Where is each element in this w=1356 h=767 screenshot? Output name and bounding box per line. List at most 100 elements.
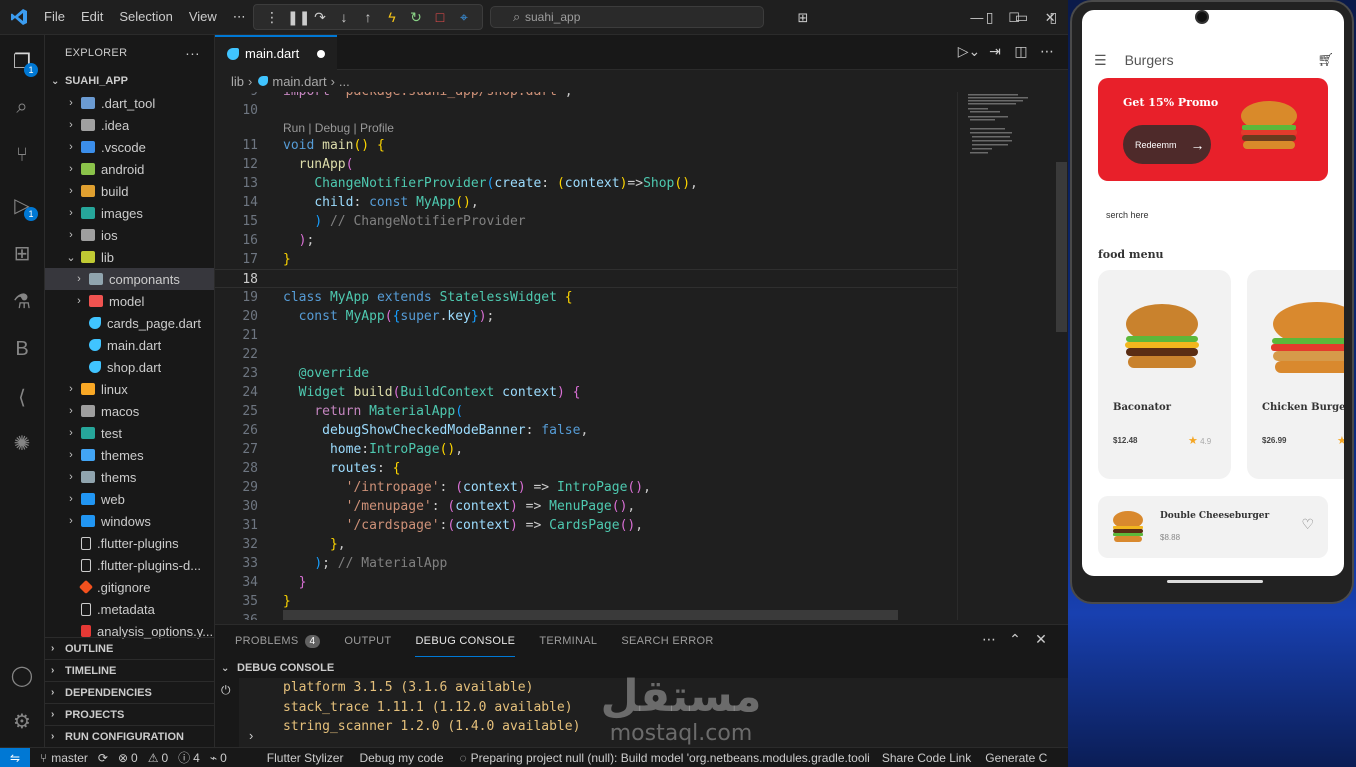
- close-window-icon[interactable]: ✕: [1045, 10, 1056, 26]
- pause-icon[interactable]: ❚❚: [287, 9, 310, 26]
- more-actions-icon[interactable]: ···: [185, 45, 200, 61]
- status-generate[interactable]: Generate C: [985, 751, 1047, 765]
- redeem-button[interactable]: Redeemm →: [1123, 125, 1211, 164]
- customize-layout-icon[interactable]: ⊞: [790, 10, 816, 26]
- command-center-search[interactable]: ⌕ suahi_app: [490, 6, 764, 28]
- gesture-navigation-bar[interactable]: [1167, 580, 1263, 583]
- tree-item[interactable]: › componants: [45, 268, 214, 290]
- tree-item[interactable]: › .idea: [45, 114, 214, 136]
- maximize-panel-icon[interactable]: ⌃: [1002, 631, 1028, 648]
- menu-view[interactable]: View: [181, 9, 225, 25]
- account-icon[interactable]: ◯: [8, 661, 36, 689]
- status-debug-my-code[interactable]: Debug my code: [359, 751, 443, 765]
- tree-item[interactable]: › windows: [45, 510, 214, 532]
- tree-item[interactable]: › ios: [45, 224, 214, 246]
- inspect-widget-icon[interactable]: ⌖: [455, 9, 473, 26]
- status-infos[interactable]: 4: [193, 751, 200, 765]
- tab-output[interactable]: OUTPUT: [344, 625, 391, 657]
- step-into-icon[interactable]: ↓: [335, 9, 353, 25]
- console-prompt-icon[interactable]: ›: [249, 728, 253, 743]
- breadcrumb-main-dart[interactable]: main.dart: [272, 74, 326, 89]
- cart-list-item[interactable]: Double Cheeseburger $8.88 ♡: [1098, 496, 1328, 558]
- step-over-icon[interactable]: ↷: [311, 9, 329, 26]
- restart-icon[interactable]: ↻: [407, 9, 425, 26]
- section-run-configuration[interactable]: › RUN CONFIGURATION: [45, 725, 214, 747]
- menu-file[interactable]: File: [36, 9, 73, 25]
- close-panel-icon[interactable]: ✕: [1028, 631, 1054, 648]
- menu-edit[interactable]: Edit: [73, 9, 111, 25]
- tree-item[interactable]: › .dart_tool: [45, 92, 214, 114]
- settings-gear-icon[interactable]: ⚙: [8, 707, 36, 735]
- source-control-icon[interactable]: ⑂: [8, 141, 36, 169]
- drag-handle-icon[interactable]: ⋮: [263, 9, 281, 26]
- search-field[interactable]: serch here: [1106, 210, 1149, 220]
- tab-main-dart[interactable]: main.dart: [215, 35, 337, 70]
- breadcrumb-symbol[interactable]: ...: [339, 74, 350, 89]
- tree-item[interactable]: › themes: [45, 444, 214, 466]
- food-card[interactable]: Chicken Burger $26.99 ★: [1247, 270, 1344, 479]
- editor-vertical-scrollbar[interactable]: [1055, 92, 1068, 620]
- tree-item[interactable]: › model: [45, 290, 214, 312]
- step-out-icon[interactable]: ↑: [359, 9, 377, 25]
- tree-item[interactable]: › images: [45, 202, 214, 224]
- unsaved-dot-icon[interactable]: [317, 49, 325, 58]
- phone-screen[interactable]: ☰ Burgers 🛒︎ Get 15% Promo Redeemm → ser…: [1082, 10, 1344, 576]
- tab-search-error[interactable]: SEARCH ERROR: [621, 625, 713, 657]
- flutter-icon[interactable]: ⟨: [8, 383, 36, 411]
- tree-item[interactable]: › test: [45, 422, 214, 444]
- code-editor[interactable]: Run | Debug | Profile 9 import 'package:s…: [215, 92, 957, 620]
- plug-icon[interactable]: ⏻: [221, 683, 231, 698]
- more-editor-actions-icon[interactable]: ⋯: [1034, 43, 1060, 60]
- section-dependencies[interactable]: › DEPENDENCIES: [45, 681, 214, 703]
- tree-item[interactable]: ⌄ lib: [45, 246, 214, 268]
- tree-item[interactable]: › .vscode: [45, 136, 214, 158]
- tree-item[interactable]: .gitignore: [45, 576, 214, 598]
- status-share-code[interactable]: Share Code Link: [882, 751, 971, 765]
- run-debug-dropdown-icon[interactable]: ▷⌄: [956, 43, 982, 60]
- status-flutter-stylizer[interactable]: Flutter Stylizer: [267, 751, 344, 765]
- status-warnings[interactable]: 0: [161, 751, 168, 765]
- cart-icon[interactable]: 🛒︎: [1317, 52, 1334, 68]
- tab-problems[interactable]: PROBLEMS 4: [235, 625, 321, 657]
- testing-icon[interactable]: ⚗: [8, 287, 36, 315]
- maximize-icon[interactable]: ☐: [1008, 10, 1020, 26]
- section-projects[interactable]: › PROJECTS: [45, 703, 214, 725]
- tree-item[interactable]: .flutter-plugins-d...: [45, 554, 214, 576]
- stop-icon[interactable]: □: [431, 9, 449, 25]
- extensions-icon[interactable]: ⊞: [8, 239, 36, 267]
- sync-icon[interactable]: ⟳: [98, 751, 108, 765]
- scrollbar-thumb[interactable]: [1056, 162, 1067, 332]
- menu-selection[interactable]: Selection: [111, 9, 180, 25]
- tab-debug-console[interactable]: DEBUG CONSOLE: [415, 625, 516, 657]
- search-view-icon[interactable]: ⌕: [8, 93, 36, 121]
- status-ports[interactable]: 0: [220, 751, 227, 765]
- codelens-run-debug[interactable]: Run | Debug | Profile: [283, 121, 394, 135]
- hot-reload-icon[interactable]: ϟ: [383, 9, 401, 25]
- breadcrumb-lib[interactable]: lib: [231, 74, 244, 89]
- debug-console-header[interactable]: ⌄ DEBUG CONSOLE: [215, 658, 1068, 678]
- split-editor-icon[interactable]: ◫: [1008, 43, 1034, 60]
- minimize-icon[interactable]: —: [970, 10, 983, 25]
- tree-item[interactable]: .metadata: [45, 598, 214, 620]
- section-outline[interactable]: › OUTLINE: [45, 637, 214, 659]
- minimap[interactable]: [957, 92, 1055, 620]
- explorer-icon[interactable]: ❐ 1: [8, 47, 38, 77]
- open-device-icon[interactable]: ⇥: [982, 43, 1008, 60]
- panel-more-icon[interactable]: ⋯: [976, 631, 1002, 648]
- tab-terminal[interactable]: TERMINAL: [539, 625, 597, 657]
- tree-item[interactable]: main.dart: [45, 334, 214, 356]
- tree-item[interactable]: .flutter-plugins: [45, 532, 214, 554]
- bloc-extension-icon[interactable]: B: [8, 335, 36, 363]
- tree-item[interactable]: › thems: [45, 466, 214, 488]
- status-preparing[interactable]: Preparing project null (null): Build mod…: [471, 751, 870, 765]
- tree-item[interactable]: › android: [45, 158, 214, 180]
- editor-horizontal-scrollbar[interactable]: [283, 610, 898, 620]
- tree-item[interactable]: › build: [45, 180, 214, 202]
- debug-console-output[interactable]: platform 3.1.5 (3.1.6 available) stack_t…: [239, 678, 1068, 748]
- heart-icon[interactable]: ♡: [1301, 516, 1314, 533]
- run-debug-icon[interactable]: ▷ 1: [8, 191, 38, 221]
- tree-item[interactable]: › web: [45, 488, 214, 510]
- tree-item[interactable]: shop.dart: [45, 356, 214, 378]
- menu-icon[interactable]: ☰: [1094, 52, 1107, 69]
- section-timeline[interactable]: › TIMELINE: [45, 659, 214, 681]
